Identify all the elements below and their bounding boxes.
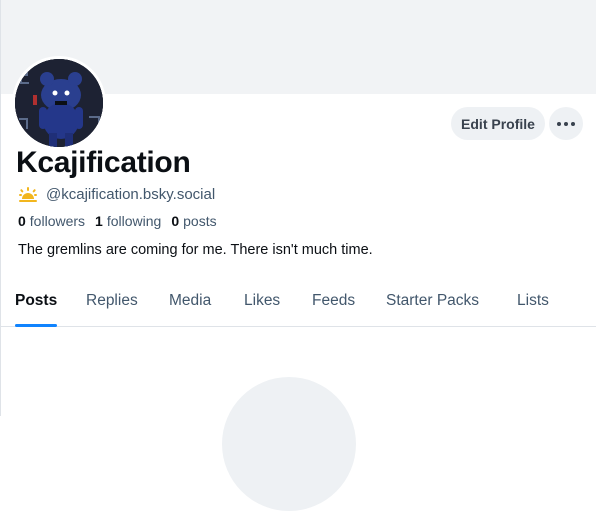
more-options-button[interactable] xyxy=(549,107,583,140)
tab-media[interactable]: Media xyxy=(169,283,211,326)
tab-starter-packs[interactable]: Starter Packs xyxy=(386,283,479,326)
display-name: Kcajification xyxy=(16,146,191,179)
left-divider xyxy=(0,0,1,416)
edit-profile-button[interactable]: Edit Profile xyxy=(451,107,545,140)
profile-stats: 0 followers 1 following 0 posts xyxy=(18,213,227,229)
following-label: following xyxy=(106,213,162,229)
posts-stat: 0 posts xyxy=(171,213,216,229)
avatar-image xyxy=(15,59,103,147)
tab-lists[interactable]: Lists xyxy=(517,283,549,326)
handle-row: @kcajification.bsky.social xyxy=(16,185,215,203)
following-count: 1 xyxy=(95,213,103,229)
tab-likes[interactable]: Likes xyxy=(244,283,280,326)
tab-feeds[interactable]: Feeds xyxy=(312,283,355,326)
profile-bio: The gremlins are coming for me. There is… xyxy=(18,242,373,258)
handle[interactable]: @kcajification.bsky.social xyxy=(46,186,215,203)
posts-label: posts xyxy=(183,213,217,229)
tab-replies[interactable]: Replies xyxy=(86,283,138,326)
avatar[interactable] xyxy=(12,56,106,150)
followers-label: followers xyxy=(29,213,86,229)
followers-stat[interactable]: 0 followers xyxy=(18,213,85,229)
more-icon xyxy=(557,121,575,126)
followers-count: 0 xyxy=(18,213,26,229)
sunrise-icon xyxy=(19,187,37,202)
following-stat[interactable]: 1 following xyxy=(95,213,161,229)
profile-tabs: Posts Replies Media Likes Feeds Starter … xyxy=(0,283,596,327)
empty-state-placeholder xyxy=(222,377,356,511)
tab-posts[interactable]: Posts xyxy=(15,283,58,327)
posts-count: 0 xyxy=(171,213,180,229)
